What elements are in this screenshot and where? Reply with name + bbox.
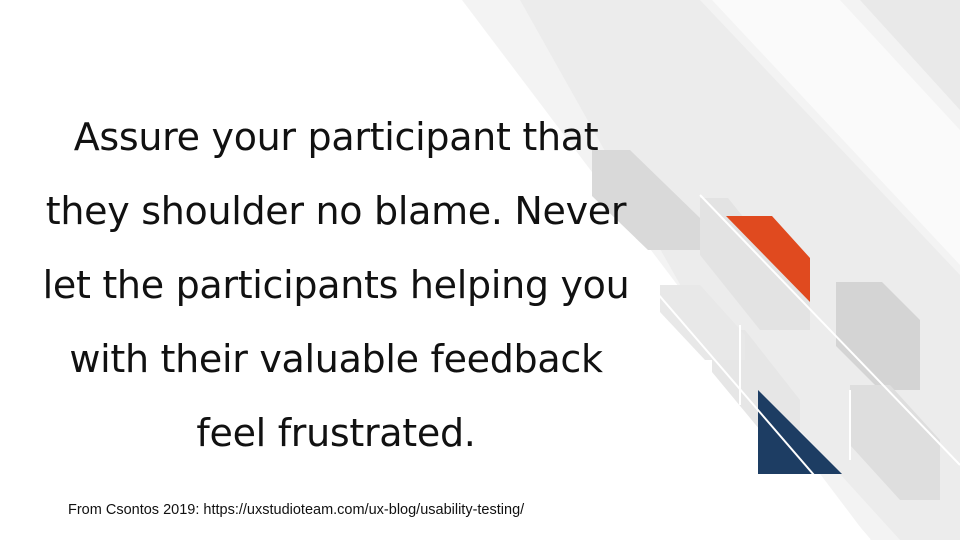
source-citation: From Csontos 2019: https://uxstudioteam.… (68, 502, 525, 518)
quote-line: let the participants helping you (42, 263, 630, 307)
quote-text: Assure your participant that they should… (0, 100, 672, 470)
quote-line: Assure your participant that (73, 115, 599, 159)
quote-line: they shoulder no blame. Never (45, 189, 627, 233)
slide: Assure your participant that they should… (0, 0, 960, 540)
quote-line: with their valuable feedback (69, 337, 603, 381)
quote-line: feel frustrated. (196, 411, 476, 455)
